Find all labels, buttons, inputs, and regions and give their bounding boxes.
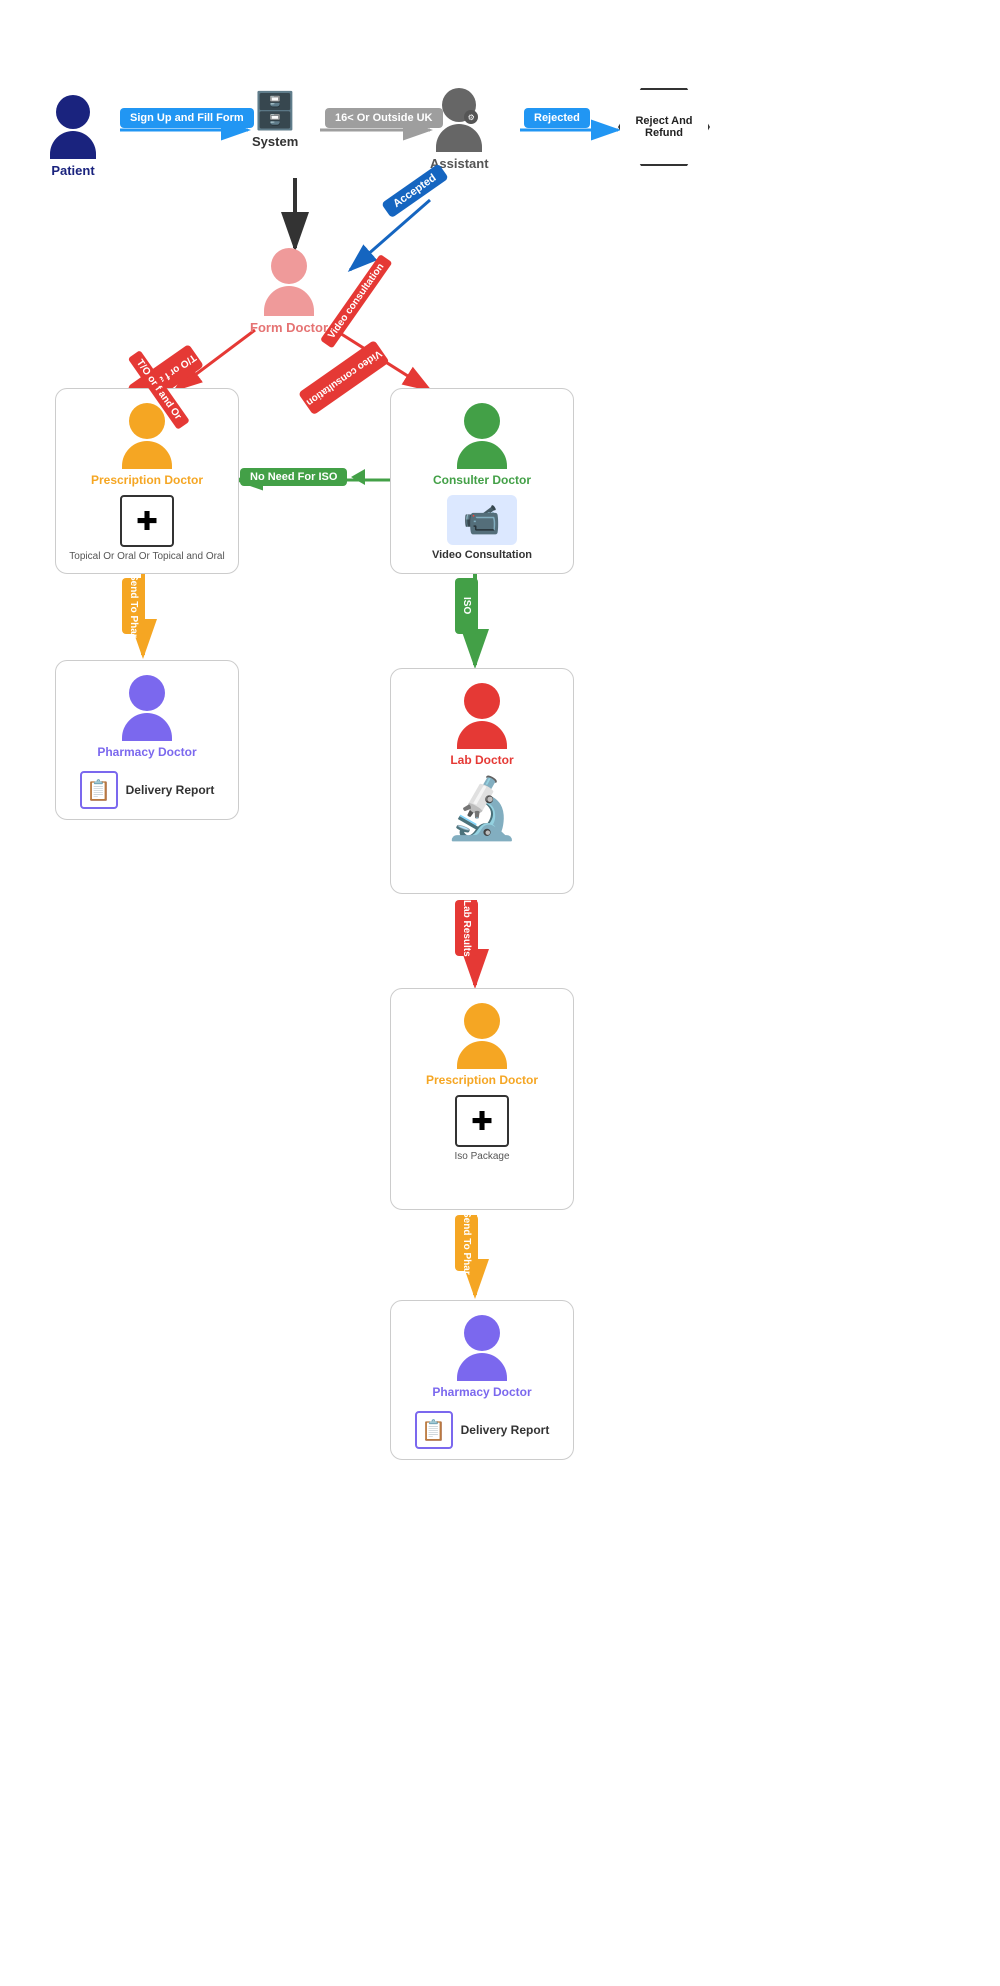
delivery-icon-1: 📋 xyxy=(80,771,118,809)
iso-label-wrapper: ISO xyxy=(455,578,478,634)
send-to-phar-2-label: Send To Phar xyxy=(455,1215,478,1271)
form-doctor-label: Form Doctor xyxy=(250,320,328,335)
rejected-badge: Rejected xyxy=(524,108,590,128)
outside-uk-label: 16< Or Outside UK xyxy=(325,108,443,128)
consulter-doctor-box: Consulter Doctor 📹 Video Consultation xyxy=(390,388,574,574)
topical-oral-label: Topical Or Oral Or Topical and Oral xyxy=(69,551,224,562)
prescription-doctor-2-box: Prescription Doctor ✚ Iso Package xyxy=(390,988,574,1210)
pharmacy-doc-2-icon xyxy=(457,1315,507,1381)
lab-doc-icon xyxy=(457,683,507,749)
accepted-label-wrapper: Accepted xyxy=(381,164,448,219)
patient-node: Patient xyxy=(50,95,96,178)
iso-label: ISO xyxy=(455,578,478,634)
lab-doctor-box: Lab Doctor 🔬 xyxy=(390,668,574,894)
pharmacy-doc-1-icon xyxy=(122,675,172,741)
delivery-report-1-label: Delivery Report xyxy=(126,783,215,797)
prescription-doctor-1-box: Prescription Doctor ✚ Topical Or Oral Or… xyxy=(55,388,239,574)
accepted-label: Accepted xyxy=(381,164,448,219)
system-label: System xyxy=(252,134,298,149)
presc-doc-2-icon xyxy=(457,1003,507,1069)
assistant-node: ⚙ Assistant xyxy=(430,88,489,171)
reject-refund-hex: Reject And Refund xyxy=(618,88,710,166)
consulter-doc-icon xyxy=(457,403,507,469)
presc-doc-2-label: Prescription Doctor xyxy=(426,1073,538,1087)
system-icon: 🗄️ xyxy=(253,90,298,132)
video-consult-arrow-label-wrapper: Video consultation xyxy=(298,340,390,416)
delivery-icon-2: 📋 xyxy=(415,1411,453,1449)
form-doctor-icon xyxy=(264,248,314,316)
reject-refund-label: Reject And Refund xyxy=(620,115,708,139)
sign-up-badge: Sign Up and Fill Form xyxy=(120,108,254,128)
video-consult-arrow-label: Video consultation xyxy=(298,340,390,416)
no-need-iso-wrapper: No Need For ISO xyxy=(240,468,365,486)
outside-uk-badge: 16< Or Outside UK xyxy=(325,108,443,128)
delivery-report-2-row: 📋 Delivery Report xyxy=(415,1411,550,1449)
form-doctor-node: Form Doctor xyxy=(250,248,328,335)
consulter-doc-label: Consulter Doctor xyxy=(433,473,531,487)
presc-rx-icon-1: ✚ xyxy=(120,495,174,547)
lab-doc-label: Lab Doctor xyxy=(450,753,513,767)
rejected-label: Rejected xyxy=(524,108,590,128)
video-consultation-label: Video Consultation xyxy=(432,549,532,561)
presc-rx-icon-2: ✚ xyxy=(455,1095,509,1147)
lab-results-wrapper: Lab Results xyxy=(455,900,478,956)
reject-refund-node: Reject And Refund xyxy=(618,88,710,166)
sign-up-label: Sign Up and Fill Form xyxy=(120,108,254,128)
patient-label: Patient xyxy=(51,163,94,178)
send-to-phar-2-wrapper: Send To Phar xyxy=(455,1215,478,1271)
patient-icon xyxy=(50,95,96,159)
presc-doc-1-label: Prescription Doctor xyxy=(91,473,203,487)
lab-results-label: Lab Results xyxy=(455,900,478,956)
pharmacy-doc-2-label: Pharmacy Doctor xyxy=(432,1385,531,1399)
send-to-phar-1-wrapper: Send To Phar xyxy=(122,578,145,634)
delivery-report-2-label: Delivery Report xyxy=(461,1423,550,1437)
lab-scientist-icon: 🔬 xyxy=(445,773,520,844)
video-consult-rotated-label: Video consultation xyxy=(320,254,393,349)
delivery-report-1-row: 📋 Delivery Report xyxy=(80,771,215,809)
pharmacy-doctor-2-box: Pharmacy Doctor 📋 Delivery Report xyxy=(390,1300,574,1460)
send-to-phar-1-label: Send To Phar xyxy=(122,578,145,634)
system-node: 🗄️ System xyxy=(252,90,298,149)
pharmacy-doc-1-label: Pharmacy Doctor xyxy=(97,745,196,759)
iso-package-label: Iso Package xyxy=(454,1151,509,1162)
assistant-icon: ⚙ xyxy=(436,88,482,152)
video-icon: 📹 xyxy=(447,495,517,545)
presc-doc-1-icon xyxy=(122,403,172,469)
pharmacy-doctor-1-box: Pharmacy Doctor 📋 Delivery Report xyxy=(55,660,239,820)
no-need-iso-label: No Need For ISO xyxy=(240,468,347,486)
